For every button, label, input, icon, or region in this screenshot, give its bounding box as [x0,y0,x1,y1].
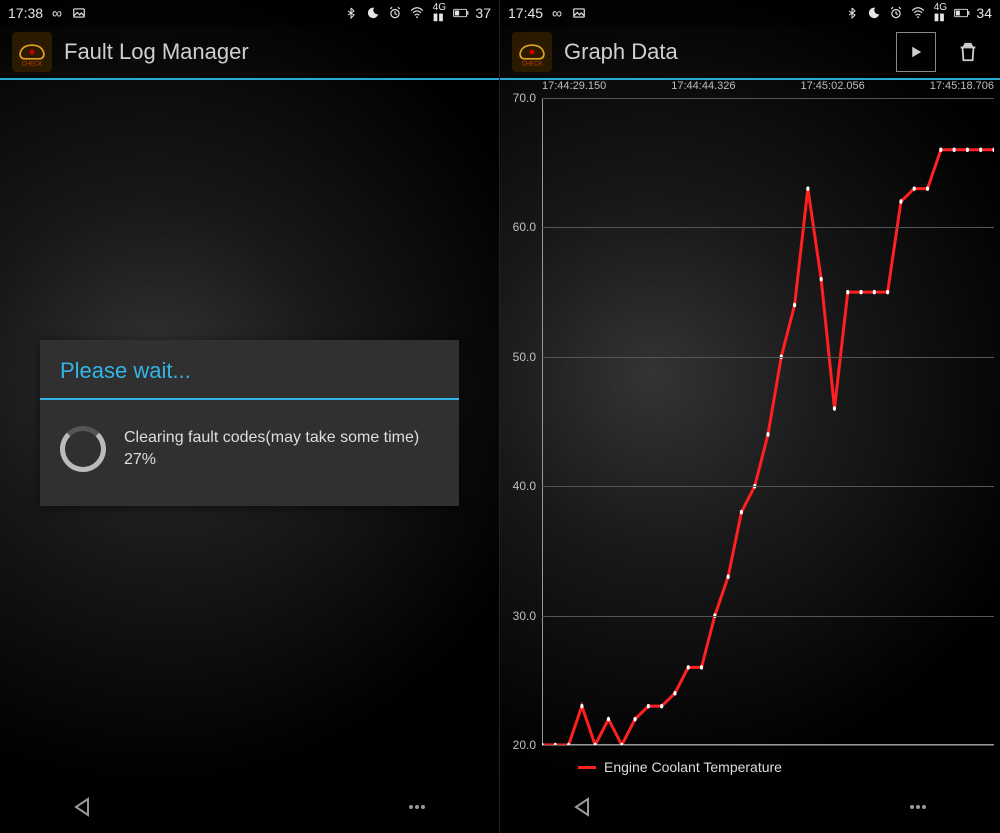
progress-dialog: Please wait... Clearing fault codes(may … [40,340,459,506]
status-time: 17:45 [508,5,543,21]
wifi-icon [910,5,926,21]
page-title: Fault Log Manager [64,39,487,65]
x-tick: 17:45:02.056 [801,80,865,98]
alarm-icon [387,5,403,21]
legend-label: Engine Coolant Temperature [604,759,782,775]
signal-icon: 4G▮▮ [431,5,447,21]
dialog-message: Clearing fault codes(may take some time)… [124,427,439,470]
picture-icon [571,5,587,21]
y-tick: 40.0 [513,479,536,493]
back-button[interactable] [560,785,604,829]
app-logo-icon: CHECK [512,32,552,72]
app-logo-icon: CHECK [12,32,52,72]
delete-button[interactable] [948,32,988,72]
x-tick: 17:44:44.326 [671,80,735,98]
moon-icon [365,5,381,21]
svg-text:CHECK: CHECK [522,62,543,68]
recents-button[interactable] [896,785,940,829]
app-bar: CHECK Fault Log Manager [0,26,499,80]
battery-icon [954,5,970,21]
phone-right: 17:45 ∞ 4G▮▮ 34 [500,0,1000,833]
chart-area[interactable]: 17:44:29.150 17:44:44.326 17:45:02.056 17:4… [500,80,1000,781]
page-title: Graph Data [564,39,884,65]
status-bar: 17:45 ∞ 4G▮▮ 34 [500,0,1000,26]
status-bar: 17:38 ∞ 4G▮▮ 37 [0,0,499,26]
y-tick: 60.0 [513,220,536,234]
x-axis-ticks: 17:44:29.150 17:44:44.326 17:45:02.056 17:4… [542,80,994,98]
wifi-icon [409,5,425,21]
y-tick: 30.0 [513,609,536,623]
legend-swatch-icon [578,766,596,769]
y-axis-ticks: 20.030.040.050.060.070.0 [500,98,542,745]
infinity-icon: ∞ [549,5,565,21]
bluetooth-icon [844,5,860,21]
battery-percent: 34 [976,5,992,21]
plot-area [542,98,994,745]
bluetooth-icon [343,5,359,21]
phone-left: 17:38 ∞ 4G▮▮ 37 [0,0,500,833]
x-tick: 17:44:29.150 [542,80,606,98]
y-tick: 50.0 [513,350,536,364]
picture-icon [71,5,87,21]
chart-legend: Engine Coolant Temperature [578,759,782,775]
infinity-icon: ∞ [49,5,65,21]
spinner-icon [60,426,106,472]
app-bar: CHECK Graph Data [500,26,1000,80]
moon-icon [866,5,882,21]
x-tick: 17:45:18.706 [930,80,994,98]
recents-button[interactable] [395,785,439,829]
dialog-title: Please wait... [40,340,459,400]
back-button[interactable] [60,785,104,829]
signal-icon: 4G▮▮ [932,5,948,21]
play-button[interactable] [896,32,936,72]
status-time: 17:38 [8,5,43,21]
alarm-icon [888,5,904,21]
y-tick: 70.0 [513,91,536,105]
svg-text:CHECK: CHECK [22,62,43,68]
content-area: Please wait... Clearing fault codes(may … [0,80,499,781]
nav-bar [0,781,499,833]
battery-icon [453,5,469,21]
battery-percent: 37 [475,5,491,21]
y-tick: 20.0 [513,738,536,752]
nav-bar [500,781,1000,833]
